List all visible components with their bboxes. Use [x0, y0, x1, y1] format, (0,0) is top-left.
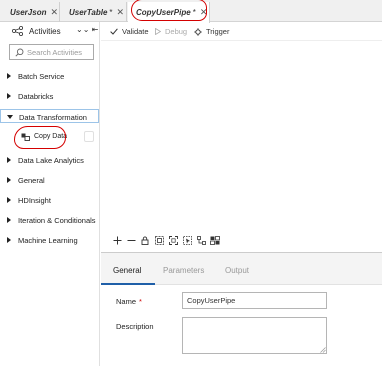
chevron-right-icon: [7, 217, 11, 223]
copy-data-icon: [21, 133, 30, 141]
properties-tabs: General Parameters Output: [101, 253, 382, 285]
zoom-to-100-icon[interactable]: [154, 235, 164, 245]
category-iteration-conditionals[interactable]: Iteration & Conditionals: [0, 213, 100, 227]
layout-icon[interactable]: [210, 235, 220, 245]
pipeline-toolbar: Validate Debug Trigger: [101, 22, 382, 41]
category-label: Databricks: [18, 92, 54, 101]
description-label: Description: [116, 322, 154, 331]
category-batch-service[interactable]: Batch Service: [0, 69, 100, 83]
canvas-toolbar: [112, 234, 220, 246]
category-hdinsight[interactable]: HDInsight: [0, 193, 100, 207]
tab-bar: UserJson ✕ UserTable * ✕ CopyUserPipe * …: [0, 0, 382, 23]
sidebar-title: Activities: [29, 27, 61, 36]
activities-sidebar: Activities ⌄⌄ ⇤ Batch Service Databricks…: [0, 22, 100, 366]
close-icon[interactable]: ✕: [117, 7, 125, 18]
modified-indicator: *: [109, 7, 113, 17]
collapse-sidebar-button[interactable]: ⌄⌄ ⇤: [76, 25, 98, 34]
category-databricks[interactable]: Databricks: [0, 89, 100, 103]
active-tab-indicator: [101, 283, 155, 285]
tab-parameters[interactable]: Parameters: [163, 266, 204, 275]
tab-copyuserpipe[interactable]: CopyUserPipe * ✕: [128, 2, 210, 23]
zoom-out-icon[interactable]: [126, 235, 136, 245]
category-label: Batch Service: [18, 72, 65, 81]
tab-output[interactable]: Output: [225, 266, 249, 275]
search-box[interactable]: [9, 44, 94, 60]
lock-icon[interactable]: [140, 235, 150, 245]
tab-general[interactable]: General: [113, 266, 141, 275]
resize-grip-icon[interactable]: [320, 347, 326, 353]
chevron-right-icon: [7, 237, 11, 243]
tab-label: UserJson: [10, 7, 47, 17]
play-icon: [155, 28, 161, 35]
category-label: Data Lake Analytics: [18, 156, 84, 165]
select-icon[interactable]: [182, 235, 192, 245]
category-label: HDInsight: [18, 196, 51, 205]
category-label: Iteration & Conditionals: [18, 216, 96, 225]
search-icon: [15, 48, 24, 57]
debug-label: Debug: [165, 27, 188, 36]
trigger-icon: [194, 27, 202, 36]
close-icon[interactable]: ✕: [50, 7, 58, 18]
category-label: General: [18, 176, 45, 185]
pipeline-canvas[interactable]: [101, 41, 382, 249]
tab-label: UserTable: [69, 7, 108, 17]
chevron-right-icon: [7, 157, 11, 163]
validate-button[interactable]: Validate: [110, 27, 149, 36]
validate-label: Validate: [122, 27, 149, 36]
debug-button[interactable]: Debug: [155, 27, 187, 36]
category-data-lake-analytics[interactable]: Data Lake Analytics: [0, 153, 100, 167]
tab-usertable[interactable]: UserTable * ✕: [61, 2, 127, 22]
properties-panel: General Parameters Output Name* Descript…: [101, 252, 382, 366]
tab-userjson[interactable]: UserJson ✕: [2, 2, 60, 22]
trigger-label: Trigger: [206, 27, 230, 36]
trigger-button[interactable]: Trigger: [194, 27, 229, 36]
search-input[interactable]: [27, 46, 91, 58]
category-general[interactable]: General: [0, 173, 100, 187]
tab-label: CopyUserPipe: [136, 8, 191, 17]
category-machine-learning[interactable]: Machine Learning: [0, 233, 100, 247]
fit-to-screen-icon[interactable]: [168, 235, 178, 245]
category-data-transformation[interactable]: Data Transformation: [0, 109, 99, 123]
sidebar-header: Activities ⌄⌄ ⇤: [0, 22, 100, 40]
chevron-down-icon: [7, 115, 13, 119]
checkmark-icon: [110, 28, 118, 35]
category-label: Machine Learning: [18, 236, 78, 245]
name-label-text: Name: [116, 297, 137, 306]
auto-align-icon[interactable]: [196, 235, 206, 245]
name-label: Name *: [116, 297, 142, 306]
name-field[interactable]: [182, 292, 327, 309]
zoom-in-icon[interactable]: [112, 235, 122, 245]
chevron-right-icon: [7, 177, 11, 183]
chevron-right-icon: [7, 73, 11, 79]
chevron-right-icon: [7, 197, 11, 203]
activity-copy-data[interactable]: Copy Data: [14, 130, 96, 144]
description-field[interactable]: [182, 317, 327, 354]
modified-indicator: *: [192, 8, 196, 17]
activity-label: Copy Data: [34, 133, 68, 140]
required-indicator: *: [139, 297, 142, 306]
category-label: Data Transformation: [19, 113, 87, 122]
drag-handle[interactable]: [84, 131, 94, 142]
chevron-right-icon: [7, 93, 11, 99]
activities-icon: [12, 26, 23, 36]
close-icon[interactable]: ✕: [200, 7, 208, 18]
